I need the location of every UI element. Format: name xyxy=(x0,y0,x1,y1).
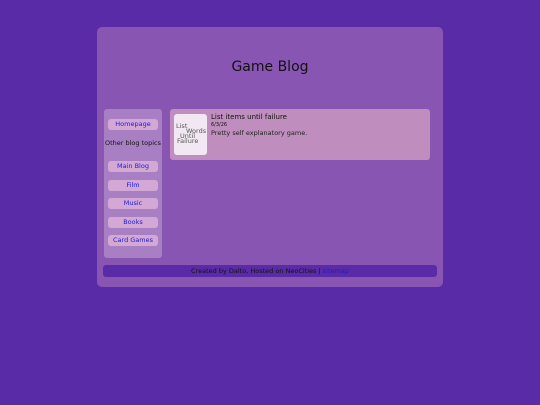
footer-credits: Created by Dalto, Hosted on NeoCities | xyxy=(191,267,321,275)
page-title: Game Blog xyxy=(231,59,309,75)
post-title[interactable]: List items until failure xyxy=(211,113,287,121)
sidebar-item-main-blog[interactable]: Main Blog xyxy=(108,161,158,172)
sidebar-item-books[interactable]: Books xyxy=(108,217,158,228)
homepage-link[interactable]: Homepage xyxy=(108,119,158,130)
sitemap-link[interactable]: sitemap xyxy=(323,267,349,275)
post-thumbnail[interactable]: List Words Until Failure xyxy=(174,114,207,155)
footer: Created by Dalto, Hosted on NeoCities | … xyxy=(103,265,437,277)
sidebar-item-card-games[interactable]: Card Games xyxy=(108,235,158,246)
sidebar: Homepage Other blog topics Main Blog Fil… xyxy=(104,109,162,258)
post-description: Pretty self explanatory game. xyxy=(211,129,308,137)
thumbnail-word: Failure xyxy=(177,137,199,145)
page-container: Game Blog Homepage Other blog topics Mai… xyxy=(97,27,443,287)
post-card[interactable]: List Words Until Failure List items unti… xyxy=(170,109,430,160)
sidebar-item-music[interactable]: Music xyxy=(108,198,158,209)
sidebar-item-film[interactable]: Film xyxy=(108,180,158,191)
post-date: 6/3/26 xyxy=(211,122,228,128)
sidebar-heading: Other blog topics xyxy=(104,139,162,147)
